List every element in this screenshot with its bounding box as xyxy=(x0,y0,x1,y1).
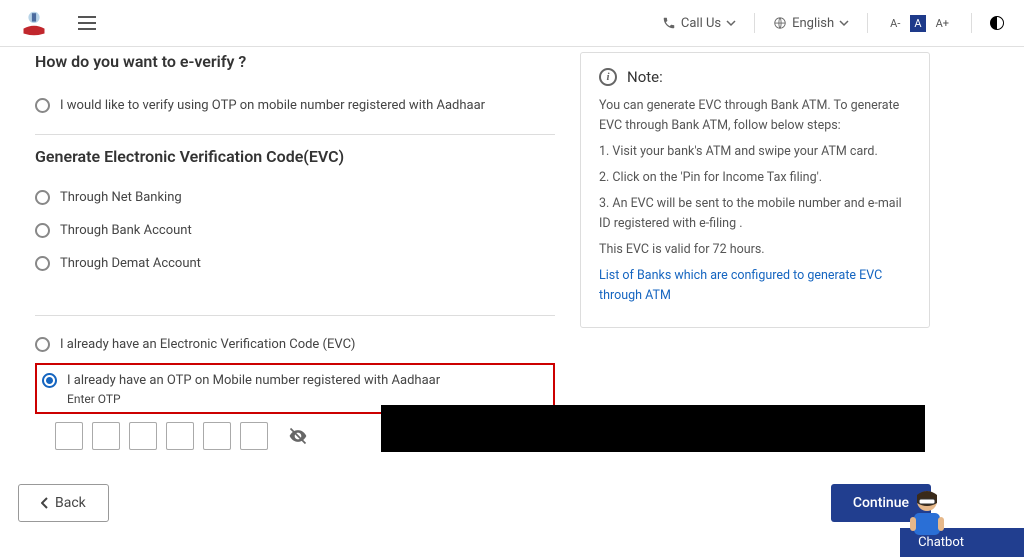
chatbot-avatar-icon[interactable] xyxy=(902,485,952,535)
page-question: How do you want to e-verify ? xyxy=(35,52,555,71)
font-decrease-button[interactable]: A- xyxy=(886,15,904,32)
note-step: 1. Visit your bank's ATM and swipe your … xyxy=(599,142,911,162)
font-increase-button[interactable]: A+ xyxy=(932,15,953,32)
otp-boxes xyxy=(55,422,268,450)
radio-icon xyxy=(42,373,57,388)
option-demat-account[interactable]: Through Demat Account xyxy=(35,247,555,280)
radio-icon xyxy=(35,337,50,352)
otp-digit-2[interactable] xyxy=(92,422,120,450)
call-us-dropdown[interactable]: Call Us xyxy=(662,16,736,31)
otp-digit-1[interactable] xyxy=(55,422,83,450)
font-default-button[interactable]: A xyxy=(910,15,925,32)
radio-icon xyxy=(35,223,50,238)
globe-icon xyxy=(773,16,787,30)
divider xyxy=(754,13,755,33)
language-dropdown[interactable]: English xyxy=(773,16,849,31)
note-step: 2. Click on the 'Pin for Income Tax fili… xyxy=(599,168,911,188)
note-intro: You can generate EVC through Bank ATM. T… xyxy=(599,96,911,136)
options-column: How do you want to e-verify ? I would li… xyxy=(35,52,555,450)
hamburger-menu-icon[interactable] xyxy=(78,16,96,30)
note-validity: This EVC is valid for 72 hours. xyxy=(599,240,911,260)
main-content: How do you want to e-verify ? I would li… xyxy=(0,47,1024,450)
info-icon: i xyxy=(599,68,617,86)
chevron-left-icon xyxy=(41,497,49,509)
redacted-region xyxy=(381,405,925,452)
bank-list-link[interactable]: List of Banks which are configured to ge… xyxy=(599,268,882,303)
note-step: 3. An EVC will be sent to the mobile num… xyxy=(599,194,911,234)
otp-digit-6[interactable] xyxy=(240,422,268,450)
divider xyxy=(35,315,555,316)
note-column: i Note: You can generate EVC through Ban… xyxy=(580,52,930,450)
note-card: i Note: You can generate EVC through Ban… xyxy=(580,52,930,328)
otp-digit-4[interactable] xyxy=(166,422,194,450)
font-size-controls: A- A A+ xyxy=(886,15,953,32)
evc-section-heading: Generate Electronic Verification Code(EV… xyxy=(35,147,555,166)
option-have-evc[interactable]: I already have an Electronic Verificatio… xyxy=(35,328,555,361)
site-logo xyxy=(20,9,48,37)
visibility-off-icon[interactable] xyxy=(288,426,308,446)
radio-icon xyxy=(35,190,50,205)
header-left xyxy=(20,9,96,37)
option-bank-account[interactable]: Through Bank Account xyxy=(35,214,555,247)
note-body: You can generate EVC through Bank ATM. T… xyxy=(599,96,911,306)
radio-icon xyxy=(35,98,50,113)
divider xyxy=(35,134,555,135)
radio-icon xyxy=(35,256,50,271)
divider xyxy=(971,13,972,33)
phone-icon xyxy=(662,16,676,30)
otp-digit-5[interactable] xyxy=(203,422,231,450)
header-right: Call Us English A- A A+ xyxy=(662,13,1004,33)
divider xyxy=(867,13,868,33)
contrast-toggle-icon[interactable] xyxy=(990,16,1004,30)
option-have-otp[interactable]: I already have an OTP on Mobile number r… xyxy=(42,371,548,390)
top-header: Call Us English A- A A+ xyxy=(0,0,1024,47)
back-button[interactable]: Back xyxy=(18,484,109,522)
footer-buttons: Back Continue xyxy=(0,484,1024,522)
chevron-down-icon xyxy=(726,18,736,28)
option-aadhaar-otp[interactable]: I would like to verify using OTP on mobi… xyxy=(35,89,555,122)
otp-digit-3[interactable] xyxy=(129,422,157,450)
note-title-row: i Note: xyxy=(599,68,911,86)
chevron-down-icon xyxy=(839,18,849,28)
option-net-banking[interactable]: Through Net Banking xyxy=(35,181,555,214)
enter-otp-label: Enter OTP xyxy=(67,392,548,406)
